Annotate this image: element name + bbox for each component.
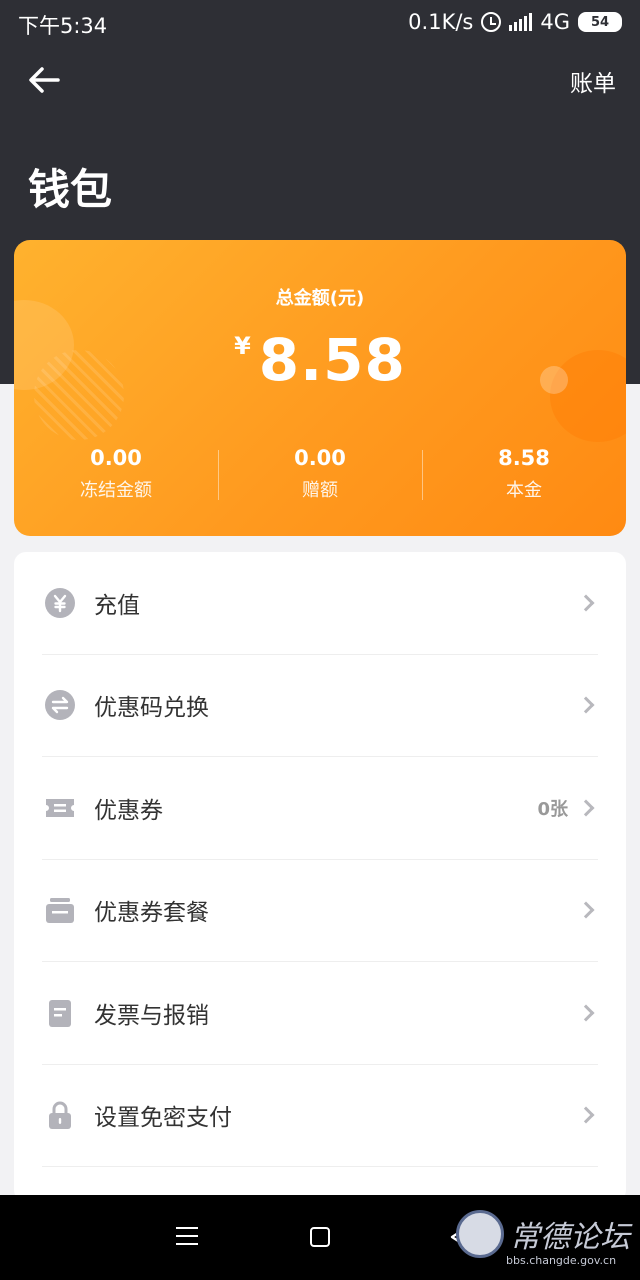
bill-link[interactable]: 账单 bbox=[570, 64, 616, 98]
status-bar: 下午5:34 0.1K/s 4G 54 bbox=[0, 0, 640, 46]
watermark-seal-icon bbox=[456, 1210, 504, 1258]
invoice-icon bbox=[44, 997, 76, 1029]
back-arrow-icon bbox=[29, 67, 60, 93]
lock-icon bbox=[44, 1099, 76, 1131]
stat-principal: 8.58 本金 bbox=[422, 446, 626, 502]
stat-bonus: 0.00 赠额 bbox=[218, 446, 422, 502]
coupon-count: 0张 bbox=[537, 798, 568, 820]
currency-symbol: ¥ bbox=[234, 332, 251, 360]
menu-item-label: 优惠券 bbox=[94, 797, 163, 824]
menu-item-coupon-package[interactable]: 优惠券套餐 bbox=[42, 860, 598, 962]
menu-item-label: 充值 bbox=[94, 592, 140, 619]
forum-watermark: 常德论坛 bbs.changde.gov.cn bbox=[456, 1208, 636, 1274]
balance-breakdown: 0.00 冻结金额 0.00 赠额 8.58 本金 bbox=[14, 446, 626, 502]
alarm-icon bbox=[481, 12, 502, 32]
menu-item-label: 发票与报销 bbox=[94, 1002, 209, 1029]
back-button[interactable] bbox=[24, 60, 64, 100]
stat-value: 0.00 bbox=[90, 446, 142, 470]
network-speed: 0.1K/s bbox=[408, 10, 474, 34]
watermark-url: bbs.changde.gov.cn bbox=[506, 1254, 617, 1267]
chevron-right-icon bbox=[577, 1004, 595, 1022]
menu-item-password-free-pay[interactable]: 设置免密支付 bbox=[42, 1065, 598, 1167]
total-amount-value: 8.58 bbox=[258, 326, 406, 394]
network-type: 4G bbox=[540, 10, 570, 34]
status-time: 下午5:34 bbox=[18, 14, 108, 38]
page-title: 钱包 bbox=[28, 165, 113, 214]
stat-frozen: 0.00 冻结金额 bbox=[14, 446, 218, 502]
menu-item-label: 设置免密支付 bbox=[94, 1105, 232, 1132]
menu-item-invoice[interactable]: 发票与报销 bbox=[42, 962, 598, 1065]
battery-icon: 54 bbox=[578, 12, 622, 32]
chevron-right-icon bbox=[577, 799, 595, 817]
status-indicators: 0.1K/s 4G 54 bbox=[408, 10, 622, 34]
signal-icon bbox=[509, 13, 533, 31]
menu-item-label: 优惠码兑换 bbox=[94, 695, 209, 722]
stat-label: 本金 bbox=[506, 480, 542, 501]
chevron-right-icon bbox=[577, 696, 595, 714]
menu-item-promo-code[interactable]: 优惠码兑换 bbox=[42, 655, 598, 757]
exchange-circle-icon bbox=[44, 689, 76, 721]
wallet-menu: 充值 优惠码兑换 优惠券 0张 优惠券套餐 发票与报销 设置免密支付 bbox=[14, 552, 626, 1202]
chevron-right-icon bbox=[577, 594, 595, 612]
chevron-right-icon bbox=[577, 1106, 595, 1124]
stat-label: 冻结金额 bbox=[80, 480, 152, 501]
home-square-icon[interactable] bbox=[310, 1227, 330, 1247]
coupon-icon bbox=[44, 792, 76, 824]
watermark-text: 常德论坛 bbox=[510, 1220, 630, 1255]
menu-lines-icon[interactable] bbox=[176, 1227, 198, 1247]
stat-label: 赠额 bbox=[302, 480, 338, 501]
stat-value: 0.00 bbox=[294, 446, 346, 470]
menu-item-label: 优惠券套餐 bbox=[94, 900, 209, 927]
total-amount: ¥8.58 bbox=[14, 326, 626, 394]
coupon-package-icon bbox=[44, 894, 76, 926]
balance-card: 总金额(元) ¥8.58 0.00 冻结金额 0.00 赠额 8.58 本金 bbox=[14, 240, 626, 536]
menu-item-recharge[interactable]: 充值 bbox=[42, 552, 598, 655]
stat-value: 8.58 bbox=[498, 446, 550, 470]
chevron-right-icon bbox=[577, 901, 595, 919]
menu-item-coupons[interactable]: 优惠券 0张 bbox=[42, 757, 598, 860]
yen-circle-icon bbox=[44, 587, 76, 619]
total-amount-label: 总金额(元) bbox=[275, 288, 365, 309]
